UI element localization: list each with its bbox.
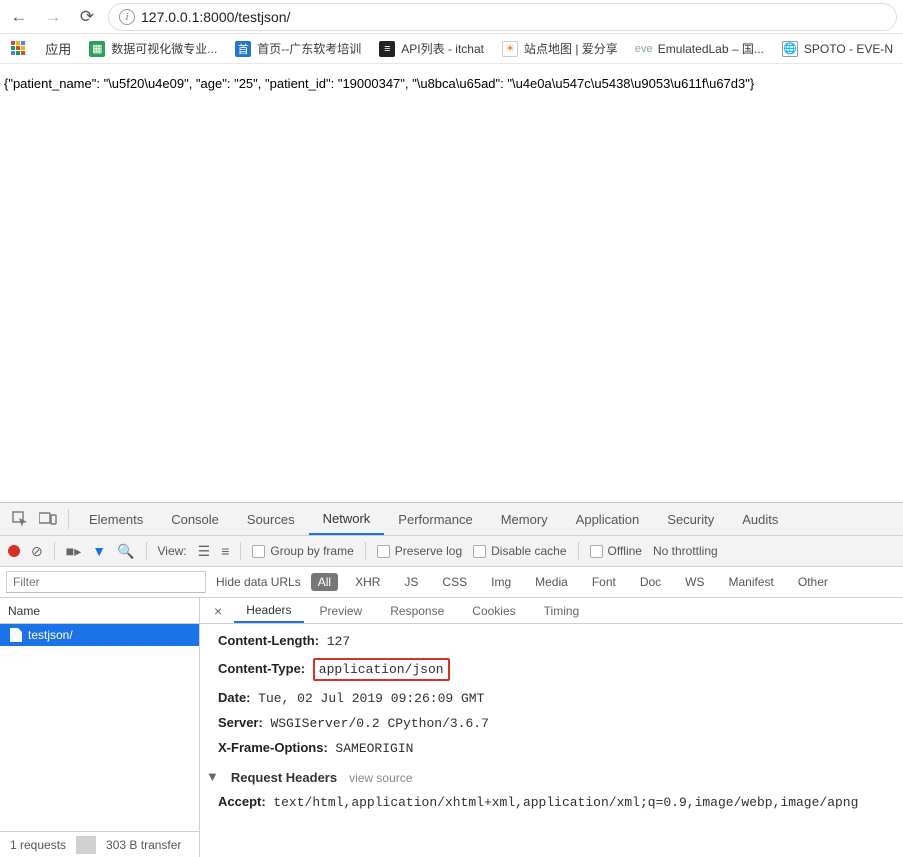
filter-type-css[interactable]: CSS xyxy=(435,573,474,591)
requests-status-bar: 1 requests 303 B transfer xyxy=(0,831,199,857)
header-content-type: Content-Type: application/json xyxy=(218,658,903,681)
reload-icon[interactable]: ⟳ xyxy=(74,7,100,27)
tab-network[interactable]: Network xyxy=(309,503,385,535)
tab-console[interactable]: Console xyxy=(157,503,233,535)
filter-type-doc[interactable]: Doc xyxy=(633,573,668,591)
filter-type-xhr[interactable]: XHR xyxy=(348,573,387,591)
requests-count: 1 requests xyxy=(0,838,76,852)
request-row[interactable]: testjson/ xyxy=(0,624,199,646)
bookmark-item[interactable]: eveEmulatedLab – 国... xyxy=(636,40,764,57)
filter-type-media[interactable]: Media xyxy=(528,573,575,591)
triangle-down-icon: ▼ xyxy=(206,769,219,784)
filter-icon[interactable]: ▼ xyxy=(92,543,106,559)
tab-performance[interactable]: Performance xyxy=(384,503,486,535)
bookmark-item[interactable]: 🌐SPOTO - EVE-N xyxy=(782,41,893,57)
site-info-icon[interactable]: i xyxy=(119,9,135,25)
disable-cache[interactable]: Disable cache xyxy=(473,544,566,558)
headers-panel: Content-Length: 127 Content-Type: applic… xyxy=(200,624,903,857)
page-body-json: {"patient_name": "\u5f20\u4e09", "age": … xyxy=(0,64,903,103)
tab-elements[interactable]: Elements xyxy=(75,503,157,535)
search-icon[interactable]: 🔍 xyxy=(117,543,134,560)
url-bar[interactable]: i 127.0.0.1:8000/testjson/ xyxy=(108,3,897,31)
overview-icon[interactable]: ≡ xyxy=(221,543,229,559)
browser-nav: ← → ⟳ i 127.0.0.1:8000/testjson/ xyxy=(0,0,903,34)
forward-icon[interactable]: → xyxy=(40,7,66,27)
group-by-frame[interactable]: Group by frame xyxy=(252,544,353,558)
view-label: View: xyxy=(158,544,187,558)
clear-icon[interactable]: ⊘ xyxy=(31,543,43,560)
tab-sources[interactable]: Sources xyxy=(233,503,309,535)
camera-icon[interactable]: ■▸ xyxy=(66,543,81,560)
header-server: Server: WSGIServer/0.2 CPython/3.6.7 xyxy=(218,715,903,731)
name-header[interactable]: Name xyxy=(0,598,199,624)
filter-type-ws[interactable]: WS xyxy=(678,573,711,591)
subtab-timing[interactable]: Timing xyxy=(532,600,592,622)
request-detail: × Headers Preview Response Cookies Timin… xyxy=(200,598,903,857)
back-icon[interactable]: ← xyxy=(6,7,32,27)
subtab-response[interactable]: Response xyxy=(378,600,456,622)
transfer-size: 303 B transfer xyxy=(96,838,191,852)
hide-data-urls[interactable]: Hide data URLs xyxy=(216,575,301,589)
header-xframe: X-Frame-Options: SAMEORIGIN xyxy=(218,740,903,756)
subtab-cookies[interactable]: Cookies xyxy=(460,600,527,622)
header-date: Date: Tue, 02 Jul 2019 09:26:09 GMT xyxy=(218,690,903,706)
filter-input[interactable] xyxy=(6,571,206,593)
bookmark-item[interactable]: ☀站点地图 | 爱分享 xyxy=(502,40,618,57)
tab-memory[interactable]: Memory xyxy=(487,503,562,535)
apps-icon[interactable] xyxy=(10,40,27,58)
filter-type-js[interactable]: JS xyxy=(397,573,425,591)
tab-audits[interactable]: Audits xyxy=(728,503,792,535)
bookmark-item[interactable]: ≡API列表 - itchat xyxy=(379,40,484,57)
request-list: Name testjson/ 1 requests 303 B transfer xyxy=(0,598,200,857)
devtools-panel: Elements Console Sources Network Perform… xyxy=(0,502,903,857)
device-toggle-icon[interactable] xyxy=(34,503,62,535)
large-rows-icon[interactable]: ☰ xyxy=(198,543,211,560)
filter-type-all[interactable]: All xyxy=(311,573,338,591)
header-content-length: Content-Length: 127 xyxy=(218,633,903,649)
inspect-element-icon[interactable] xyxy=(6,503,34,535)
subtab-headers[interactable]: Headers xyxy=(234,599,303,623)
throttling-select[interactable]: No throttling xyxy=(653,544,718,558)
filter-type-img[interactable]: Img xyxy=(484,573,518,591)
filter-type-manifest[interactable]: Manifest xyxy=(722,573,781,591)
offline[interactable]: Offline xyxy=(590,544,642,558)
detail-subtabs: × Headers Preview Response Cookies Timin… xyxy=(200,598,903,624)
tab-application[interactable]: Application xyxy=(562,503,654,535)
network-body: Name testjson/ 1 requests 303 B transfer… xyxy=(0,598,903,857)
filter-type-font[interactable]: Font xyxy=(585,573,623,591)
filter-type-other[interactable]: Other xyxy=(791,573,835,591)
document-icon xyxy=(10,628,22,642)
network-filter-row: Hide data URLs All XHR JS CSS Img Media … xyxy=(0,567,903,598)
close-detail-icon[interactable]: × xyxy=(206,603,230,619)
preserve-log[interactable]: Preserve log xyxy=(377,544,462,558)
network-toolbar: ⊘ ■▸ ▼ 🔍 View: ☰ ≡ Group by frame Preser… xyxy=(0,536,903,567)
devtools-tabs: Elements Console Sources Network Perform… xyxy=(0,503,903,536)
request-headers-section[interactable]: ▼ Request Headers view source xyxy=(206,770,903,785)
record-icon[interactable] xyxy=(8,545,20,557)
view-source-link[interactable]: view source xyxy=(349,771,412,785)
bookmarks-bar: 应用 ▦数据可视化微专业... 首首页--广东软考培训 ≡API列表 - itc… xyxy=(0,34,903,64)
bookmark-item[interactable]: 首首页--广东软考培训 xyxy=(235,40,361,57)
header-accept: Accept: text/html,application/xhtml+xml,… xyxy=(218,794,903,810)
apps-label[interactable]: 应用 xyxy=(45,39,71,58)
bookmark-item[interactable]: ▦数据可视化微专业... xyxy=(89,40,217,57)
subtab-preview[interactable]: Preview xyxy=(308,600,375,622)
tab-security[interactable]: Security xyxy=(653,503,728,535)
url-text: 127.0.0.1:8000/testjson/ xyxy=(141,9,290,25)
